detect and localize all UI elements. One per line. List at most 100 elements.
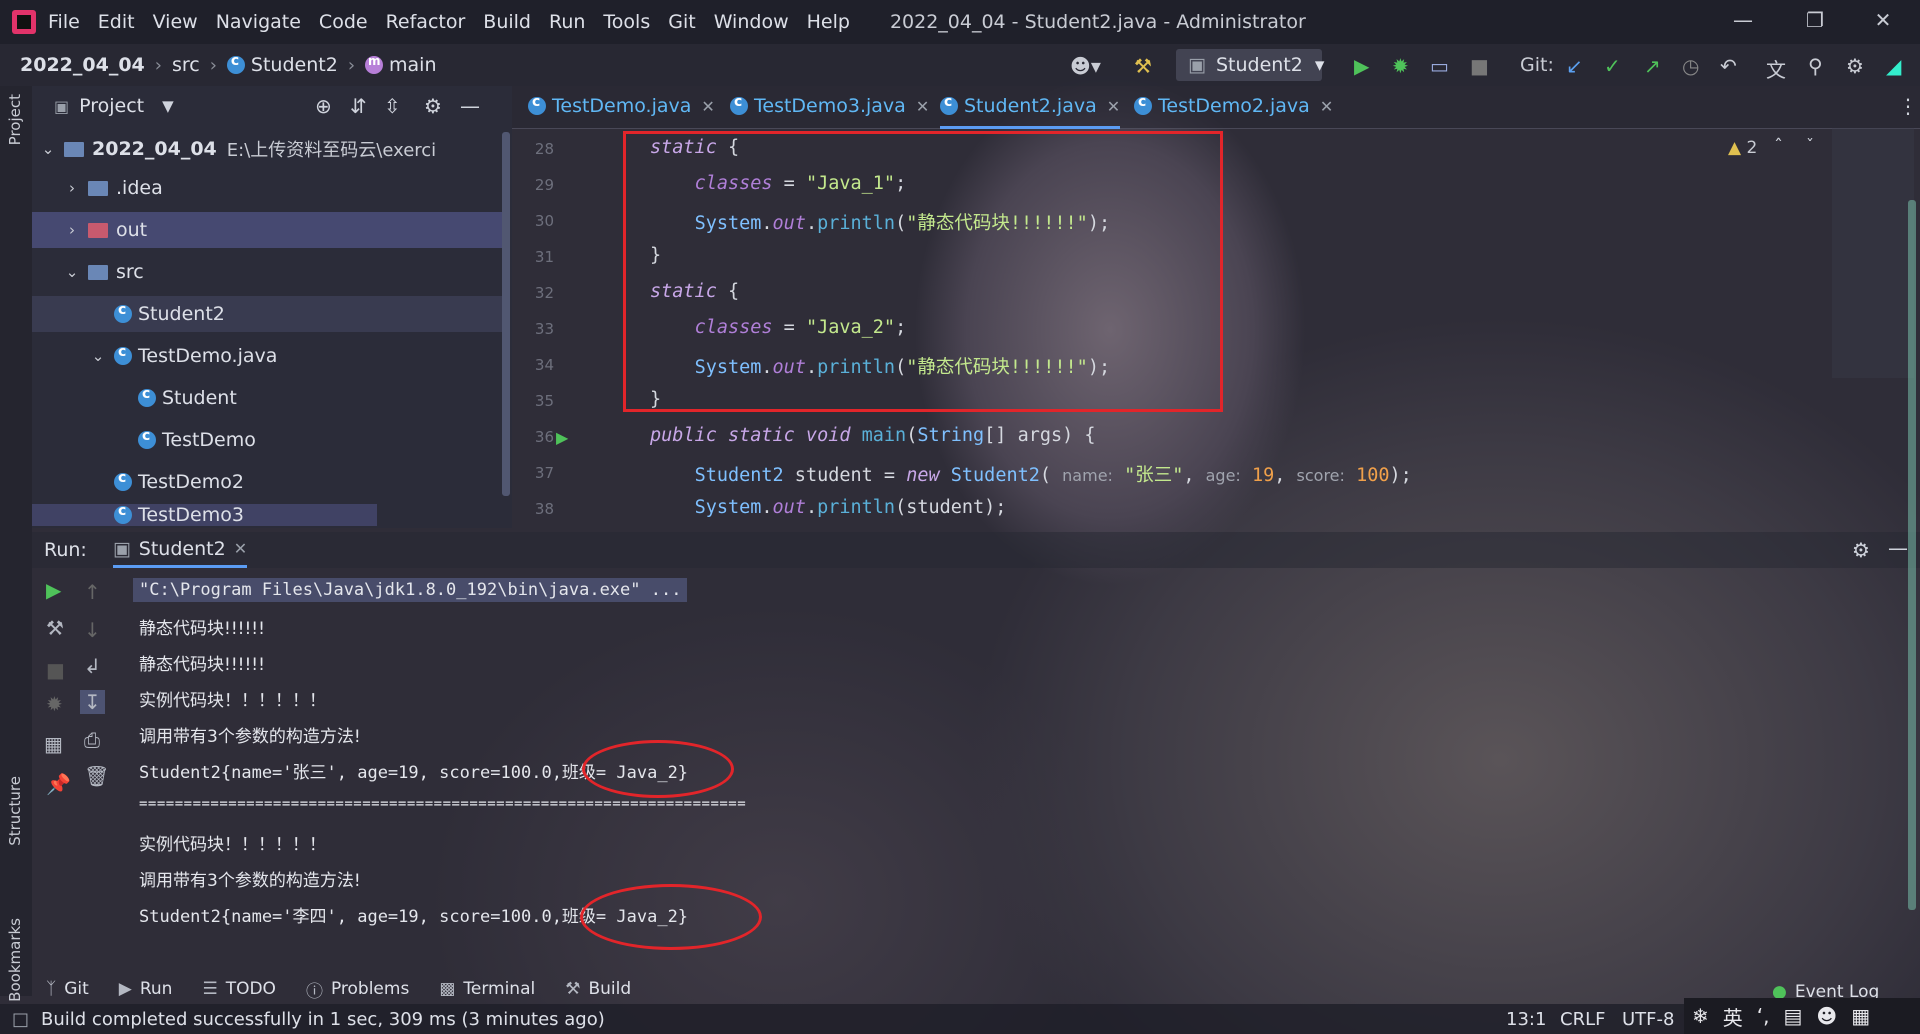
gear-icon[interactable]: ⚙ bbox=[1846, 54, 1864, 78]
layout-icon[interactable]: ▦ bbox=[44, 732, 63, 756]
close-icon[interactable]: ✕ bbox=[1320, 97, 1333, 116]
chevron-down-icon[interactable]: ˇ bbox=[1806, 136, 1814, 155]
stop-icon[interactable]: ■ bbox=[46, 658, 65, 682]
history-icon[interactable]: ◷ bbox=[1682, 54, 1699, 78]
coverage-icon[interactable]: ▭ bbox=[1430, 54, 1449, 78]
keyboard-icon[interactable]: ▤ bbox=[1783, 1004, 1802, 1028]
hide-icon[interactable]: — bbox=[460, 94, 480, 118]
tree-item-student2[interactable]: Student2 bbox=[32, 296, 502, 332]
tree-item-testdemo[interactable]: TestDemo bbox=[32, 422, 502, 458]
minimap[interactable] bbox=[1832, 128, 1914, 378]
scroll-to-end-icon[interactable]: ↧ bbox=[80, 690, 105, 714]
menu-code[interactable]: Code bbox=[319, 11, 368, 33]
search-icon[interactable]: ⚲ bbox=[1808, 54, 1823, 78]
git-commit-icon[interactable]: ✓ bbox=[1604, 54, 1621, 78]
status-toggle-icon[interactable]: □ bbox=[12, 1009, 29, 1030]
warning-icon[interactable]: ▲ 2 bbox=[1728, 138, 1757, 158]
locate-icon[interactable]: ⊕ bbox=[315, 94, 332, 118]
punctuation-icon[interactable]: ‘, bbox=[1757, 1004, 1770, 1028]
tree-item-student[interactable]: Student bbox=[32, 380, 502, 416]
project-tool-label[interactable]: Project bbox=[6, 94, 24, 145]
git-update-icon[interactable]: ↙ bbox=[1566, 54, 1583, 78]
line-separator[interactable]: CRLF bbox=[1560, 1009, 1605, 1030]
translate-icon[interactable]: 文 bbox=[1766, 54, 1786, 83]
bottom-tab-git[interactable]: ᛉ Git bbox=[46, 979, 89, 999]
hide-icon[interactable]: — bbox=[1888, 536, 1908, 560]
breadcrumb-class[interactable]: Student2 bbox=[226, 53, 338, 76]
close-icon[interactable]: ✕ bbox=[916, 97, 929, 116]
bottom-tab-build[interactable]: ⚒ Build bbox=[565, 979, 631, 999]
arrow-up-icon[interactable]: ↑ bbox=[84, 580, 101, 604]
menu-tools[interactable]: Tools bbox=[603, 11, 650, 33]
tree-item-src[interactable]: ⌄ src bbox=[32, 254, 502, 290]
bottom-tab-terminal[interactable]: ▩ Terminal bbox=[439, 979, 535, 999]
stop-icon[interactable]: ■ bbox=[1470, 54, 1489, 78]
menu-window[interactable]: Window bbox=[714, 11, 789, 33]
build-hammer-icon[interactable]: ⚒ bbox=[1134, 54, 1152, 78]
tab-testdemo3[interactable]: TestDemo3.java ✕ bbox=[730, 86, 929, 126]
close-icon[interactable]: ✕ bbox=[1868, 8, 1898, 32]
tree-item-testdemo2[interactable]: TestDemo2 bbox=[32, 464, 502, 500]
debug-icon[interactable]: ✹ bbox=[1392, 54, 1409, 78]
paw-icon[interactable]: ❄ bbox=[1692, 1004, 1709, 1028]
run-gutter-icon[interactable]: ▶ bbox=[556, 428, 568, 447]
menu-navigate[interactable]: Navigate bbox=[216, 11, 301, 33]
chevron-up-icon[interactable]: ˆ bbox=[1774, 136, 1783, 157]
gear-icon[interactable]: ⚙ bbox=[1852, 538, 1870, 562]
project-panel-title[interactable]: Project bbox=[79, 95, 144, 117]
gear-icon[interactable]: ⚙ bbox=[424, 94, 442, 118]
menu-help[interactable]: Help bbox=[807, 11, 850, 33]
menu-view[interactable]: View bbox=[153, 11, 198, 33]
tree-item-out[interactable]: › out bbox=[32, 212, 502, 248]
debug-disabled-icon[interactable]: ✹ bbox=[46, 692, 63, 716]
expand-all-icon[interactable]: ⇵ bbox=[350, 94, 367, 118]
menu-run[interactable]: Run bbox=[549, 11, 585, 33]
arrow-down-icon[interactable]: ↓ bbox=[84, 618, 101, 642]
run-console[interactable]: ▶ ↑ ⚒ ↓ ■ ↲ ✹ ↧ ▦ ⎙ 🗑 📌 "C:\Program File… bbox=[32, 568, 1920, 978]
user-icon[interactable]: ☻ bbox=[1816, 1004, 1837, 1028]
tree-item-testdemo3[interactable]: TestDemo3 bbox=[32, 504, 377, 526]
bottom-tab-todo[interactable]: ☰ TODO bbox=[202, 979, 276, 999]
git-push-icon[interactable]: ↗ bbox=[1644, 54, 1661, 78]
close-icon[interactable]: ✕ bbox=[1107, 97, 1120, 116]
run-configuration-select[interactable]: ▣ Student2 ▾ bbox=[1176, 49, 1324, 81]
restore-icon[interactable]: ❐ bbox=[1800, 8, 1830, 32]
menu-file[interactable]: File bbox=[48, 11, 80, 33]
bottom-tab-problems[interactable]: ⓘ Problems bbox=[306, 977, 409, 1002]
minimize-icon[interactable]: — bbox=[1728, 8, 1758, 32]
file-encoding[interactable]: UTF-8 bbox=[1622, 1009, 1674, 1030]
tree-root[interactable]: ⌄ 2022_04_04 E:\上传资料至码云\exercise---java-… bbox=[32, 131, 502, 167]
breadcrumb-folder[interactable]: src bbox=[172, 54, 200, 76]
menu-refactor[interactable]: Refactor bbox=[386, 11, 466, 33]
breadcrumb-method[interactable]: main bbox=[365, 54, 437, 76]
run-tab-student2[interactable]: ▣ Student2 ✕ bbox=[112, 532, 248, 568]
close-icon[interactable]: ✕ bbox=[234, 539, 247, 558]
user-icon[interactable]: ☻▾ bbox=[1070, 54, 1101, 78]
menu-build[interactable]: Build bbox=[483, 11, 531, 33]
tab-testdemo2[interactable]: TestDemo2.java ✕ bbox=[1134, 86, 1333, 126]
wrench-icon[interactable]: ⚒ bbox=[46, 616, 64, 640]
menu-edit[interactable]: Edit bbox=[98, 11, 135, 33]
print-icon[interactable]: ⎙ bbox=[84, 728, 100, 752]
trash-icon[interactable]: 🗑 bbox=[84, 764, 109, 788]
breadcrumb-project[interactable]: 2022_04_04 bbox=[20, 54, 145, 76]
close-icon[interactable]: ✕ bbox=[701, 97, 714, 116]
structure-tool-label[interactable]: Structure bbox=[6, 776, 24, 846]
console-scrollbar[interactable] bbox=[1908, 200, 1916, 910]
rerun-icon[interactable]: ▶ bbox=[46, 578, 61, 602]
rollback-icon[interactable]: ↶ bbox=[1720, 54, 1737, 78]
pin-icon[interactable]: 📌 bbox=[46, 772, 71, 796]
tree-item-testdemo-java[interactable]: ⌄ TestDemo.java bbox=[32, 338, 502, 374]
plugin-icon[interactable]: ◢ bbox=[1886, 54, 1901, 78]
soft-wrap-icon[interactable]: ↲ bbox=[84, 654, 101, 678]
menu-git[interactable]: Git bbox=[668, 11, 695, 33]
bottom-tab-run[interactable]: ▶ Run bbox=[119, 979, 173, 999]
tab-student2[interactable]: Student2.java ✕ bbox=[940, 86, 1121, 129]
tab-testdemo[interactable]: TestDemo.java ✕ bbox=[528, 86, 715, 126]
chevron-down-icon[interactable]: ▼ bbox=[162, 97, 174, 115]
tree-item-idea[interactable]: › .idea bbox=[32, 170, 502, 206]
grid-icon[interactable]: ▦ bbox=[1851, 1004, 1870, 1028]
project-scrollbar[interactable] bbox=[502, 132, 510, 496]
run-icon[interactable]: ▶ bbox=[1354, 54, 1369, 78]
ime-mode[interactable]: 英 bbox=[1723, 1002, 1743, 1031]
